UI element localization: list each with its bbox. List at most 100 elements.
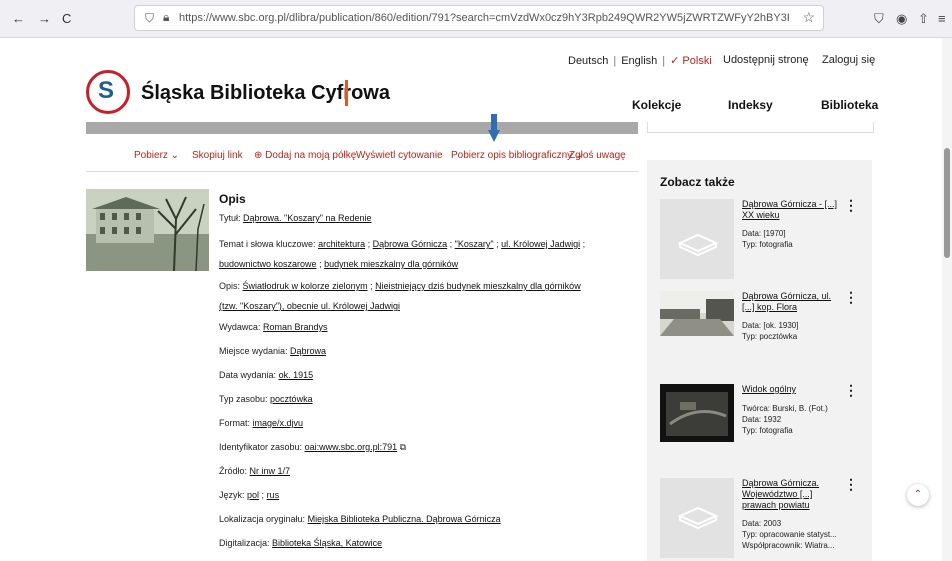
logo-letter: S [98, 77, 115, 104]
bookmark-star-icon[interactable]: ☆ [802, 9, 815, 26]
more-options-icon[interactable]: ⋮ [844, 197, 858, 214]
subject-link[interactable]: budynek mieszkalny dla górników [324, 259, 458, 269]
publisher-link[interactable]: Roman Brandys [263, 322, 328, 332]
opis-link[interactable]: Światłodruk w kolorze zielonym [243, 281, 368, 291]
card-title-link[interactable]: Dąbrowa Górnicza. Województwo [...] praw… [742, 478, 840, 511]
digitization-link[interactable]: Biblioteka Śląska, Katowice [272, 538, 382, 548]
meta-source: Źródło: Nr inw 1/7 [219, 461, 639, 481]
meta-title: Tytuł: Dąbrowa. "Koszary" na Redenie [219, 208, 639, 228]
language-label: Język: [219, 490, 245, 500]
card-type: Typ: fotografia [742, 240, 793, 249]
sidebar-search-box[interactable] [647, 122, 874, 133]
card-date: Data: [ok. 1930] [742, 321, 799, 330]
placeholder-book-icon[interactable] [660, 199, 734, 279]
browser-toolbar: ← → C ⛉ 🔒︎ https://www.sbc.org.pl/dlibra… [0, 0, 952, 38]
subject-link[interactable]: ul. Królowej Jadwigi [501, 239, 580, 249]
card-title-link[interactable]: Widok ogólny [742, 384, 840, 395]
title-value-link[interactable]: Dąbrowa. "Koszary" na Redenie [243, 213, 371, 223]
card-title-link[interactable]: Dąbrowa Górnicza - [...] XX wieku [742, 199, 840, 221]
subject-link[interactable]: Dąbrowa Górnicza [373, 239, 448, 249]
more-options-icon[interactable]: ⋮ [844, 476, 858, 493]
scrollbar-thumb[interactable] [944, 148, 950, 258]
external-link-icon[interactable]: ⧉ [400, 442, 406, 452]
more-options-icon[interactable]: ⋮ [844, 382, 858, 399]
place-link[interactable]: Dąbrowa [290, 346, 326, 356]
logo-icon[interactable]: S [86, 70, 130, 114]
nav-biblioteka[interactable]: Biblioteka [821, 98, 878, 112]
meta-digitization: Digitalizacja: Biblioteka Śląska, Katowi… [219, 533, 639, 553]
scroll-to-top-button[interactable]: ⌃ [907, 484, 929, 506]
placeholder-book-icon[interactable] [660, 478, 734, 558]
meta-location: Lokalizacja oryginału: Miejska Bibliotek… [219, 509, 639, 529]
lock-icon[interactable]: 🔒︎ [163, 10, 169, 25]
site-name[interactable]: Śląska Biblioteka Cyfrowa [141, 82, 390, 105]
nav-indeksy[interactable]: Indeksy [728, 98, 773, 112]
identifier-link[interactable]: oai:www.sbc.org.pl:791 [305, 442, 398, 452]
account-icon[interactable]: ◉ [896, 11, 907, 27]
shield-icon[interactable]: ⛉ [145, 11, 154, 26]
card-date: Data: [1970] [742, 229, 786, 238]
logo-divider [345, 80, 348, 106]
identifier-label: Identyfikator zasobu: [219, 442, 303, 452]
login-link[interactable]: Zaloguj się [822, 54, 875, 66]
share-link[interactable]: Udostępnij stronę [723, 54, 809, 66]
type-link[interactable]: pocztówka [270, 394, 313, 404]
reload-icon[interactable]: C [62, 11, 71, 26]
show-citation-button[interactable]: Wyświetl cytowanie [356, 150, 443, 161]
type-label: Typ zasobu: [219, 394, 268, 404]
meta-subjects: Temat i słowa kluczowe: architektura ; D… [219, 239, 586, 269]
subject-label: Temat i słowa kluczowe: [219, 239, 316, 249]
card-thumbnail[interactable] [660, 384, 734, 442]
location-link[interactable]: Miejska Biblioteka Publiczna. Dąbrowa Gó… [308, 514, 501, 524]
meta-identifier: Identyfikator zasobu: oai:www.sbc.org.pl… [219, 437, 639, 457]
card-creator: Twórca: Burski, B. (Fot.) [742, 404, 828, 413]
date-label: Data wydania: [219, 370, 277, 380]
publisher-label: Wydawca: [219, 322, 261, 332]
meta-place: Miejsce wydania: Dąbrowa [219, 341, 639, 361]
description-heading: Opis [219, 192, 246, 206]
subject-link[interactable]: architektura [318, 239, 365, 249]
copy-link-button[interactable]: Skopiuj link [192, 150, 243, 161]
subject-link[interactable]: "Koszary" [455, 239, 494, 249]
back-icon[interactable]: ← [12, 11, 25, 26]
meta-opis: Opis: Światłodruk w kolorze zielonym ; N… [219, 281, 581, 311]
location-label: Lokalizacja oryginału: [219, 514, 306, 524]
arrow-down-icon [488, 114, 500, 142]
address-bar[interactable]: ⛉ 🔒︎ https://www.sbc.org.pl/dlibra/publi… [134, 5, 824, 31]
url-text[interactable]: https://www.sbc.org.pl/dlibra/publicatio… [179, 12, 789, 24]
extensions-icon[interactable]: ⇧ [918, 11, 929, 27]
postcard-thumbnail[interactable] [86, 189, 209, 271]
card-meta: Twórca: Burski, B. (Fot.) Data: 1932 Typ… [742, 403, 842, 436]
meta-language: Język: pol ; rus [219, 490, 280, 500]
card-type: Typ: fotografia [742, 426, 793, 435]
pocket-icon[interactable]: ⛉ [874, 11, 884, 27]
nav-kolekcje[interactable]: Kolekcje [632, 98, 681, 112]
date-link[interactable]: ok. 1915 [279, 370, 314, 380]
more-options-icon[interactable]: ⋮ [844, 289, 858, 306]
download-button[interactable]: Pobierz ⌄ [134, 150, 179, 161]
menu-icon[interactable]: ≡ [938, 11, 946, 26]
forward-icon[interactable]: → [38, 11, 51, 26]
card-date: Data: 2003 [742, 519, 782, 528]
card-meta: Data: 2003 Typ: opracowanie statyst... W… [742, 518, 842, 551]
card-meta: Data: [ok. 1930] Typ: pocztówka [742, 320, 842, 342]
format-link[interactable]: image/x.djvu [253, 418, 304, 428]
lang-de-link[interactable]: Deutsch [568, 55, 608, 67]
format-label: Format: [219, 418, 251, 428]
card-thumbnail[interactable] [660, 291, 734, 336]
language-link[interactable]: pol [247, 490, 259, 500]
meta-date: Data wydania: ok. 1915 [219, 365, 639, 385]
add-to-shelf-button[interactable]: ⊕ Dodaj na moją półkę [254, 150, 356, 161]
lang-pl-link[interactable]: ✓ Polski [670, 55, 712, 67]
see-also-heading: Zobacz także [660, 175, 735, 189]
subject-link[interactable]: budownictwo koszarowe [219, 259, 317, 269]
lang-en-link[interactable]: English [621, 55, 657, 67]
digitization-label: Digitalizacja: [219, 538, 270, 548]
report-button[interactable]: Zgłoś uwagę [569, 150, 626, 161]
card-title-link[interactable]: Dąbrowa Górnicza, ul. [...] kop. Flora [742, 291, 840, 313]
meta-format: Format: image/x.djvu [219, 413, 639, 433]
download-bibliography-button[interactable]: Pobierz opis bibliograficzny ⌄ [451, 150, 583, 161]
page-scrollbar[interactable] [942, 38, 952, 561]
language-link[interactable]: rus [267, 490, 280, 500]
source-link[interactable]: Nr inw 1/7 [250, 466, 291, 476]
